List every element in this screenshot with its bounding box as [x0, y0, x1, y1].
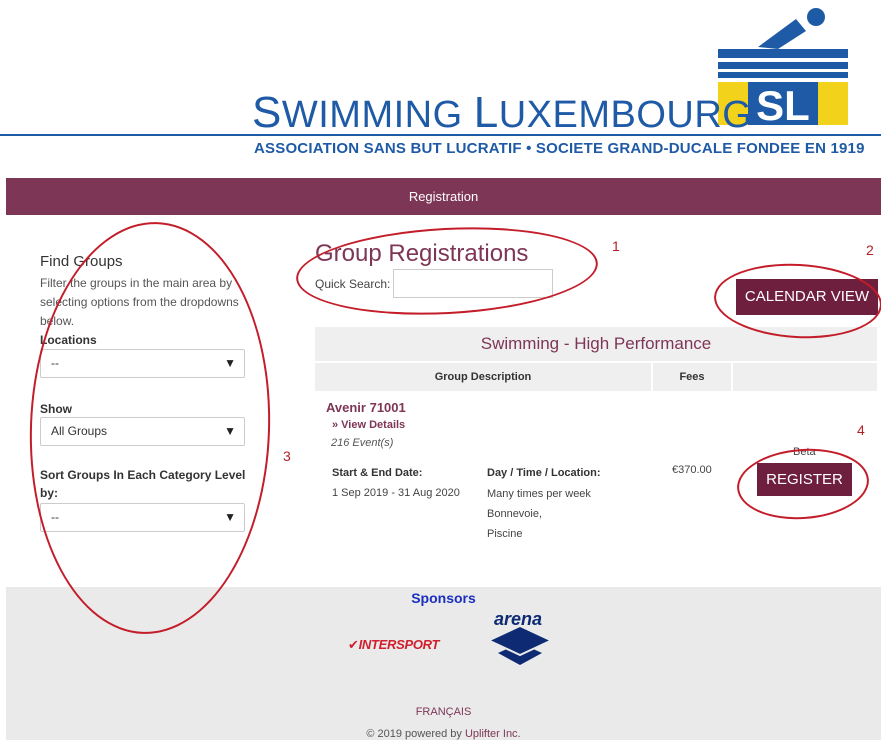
annotation-number-3: 3	[283, 448, 291, 464]
column-group-description: Group Description	[434, 371, 532, 383]
arena-wordmark: arena	[494, 609, 543, 629]
venue-line: Piscine	[487, 528, 523, 540]
annotation-ellipse-4	[734, 444, 872, 524]
nav-registration[interactable]: Registration	[6, 178, 881, 215]
brand-subtitle: ASSOCIATION SANS BUT LUCRATIF • SOCIETE …	[254, 140, 865, 157]
powered-by: © 2019 powered by Uplifter Inc.	[366, 728, 521, 740]
group-fee: €370.00	[672, 464, 712, 476]
group-name[interactable]: Avenir 71001	[326, 400, 406, 415]
brand-divider	[0, 134, 881, 136]
event-count: 216 Event(s)	[331, 437, 394, 449]
schedule-line: Many times per week	[487, 488, 591, 500]
column-fees: Fees	[679, 371, 705, 383]
brand-title: SWIMMING LUXEMBOURG	[252, 88, 753, 137]
start-end-label: Start & End Date:	[332, 467, 423, 479]
column-divider	[731, 363, 733, 391]
intersport-logo[interactable]: ✔INTERSPORT	[348, 637, 439, 653]
logo-text: SL	[756, 82, 810, 125]
uplifter-link[interactable]: Uplifter Inc.	[465, 728, 521, 740]
day-time-location-label: Day / Time / Location:	[487, 467, 601, 479]
language-link-francais[interactable]: FRANÇAIS	[6, 706, 881, 718]
annotation-ellipse-1	[293, 220, 601, 322]
annotation-number-4: 4	[857, 422, 865, 438]
annotation-number-2: 2	[866, 242, 874, 258]
table-header: Group Description Fees	[315, 363, 877, 391]
start-end-value: 1 Sep 2019 - 31 Aug 2020	[332, 487, 460, 499]
view-details-link[interactable]: » View Details	[332, 419, 405, 431]
annotation-number-1: 1	[612, 238, 620, 254]
location-line: Bonnevoie,	[487, 508, 543, 520]
